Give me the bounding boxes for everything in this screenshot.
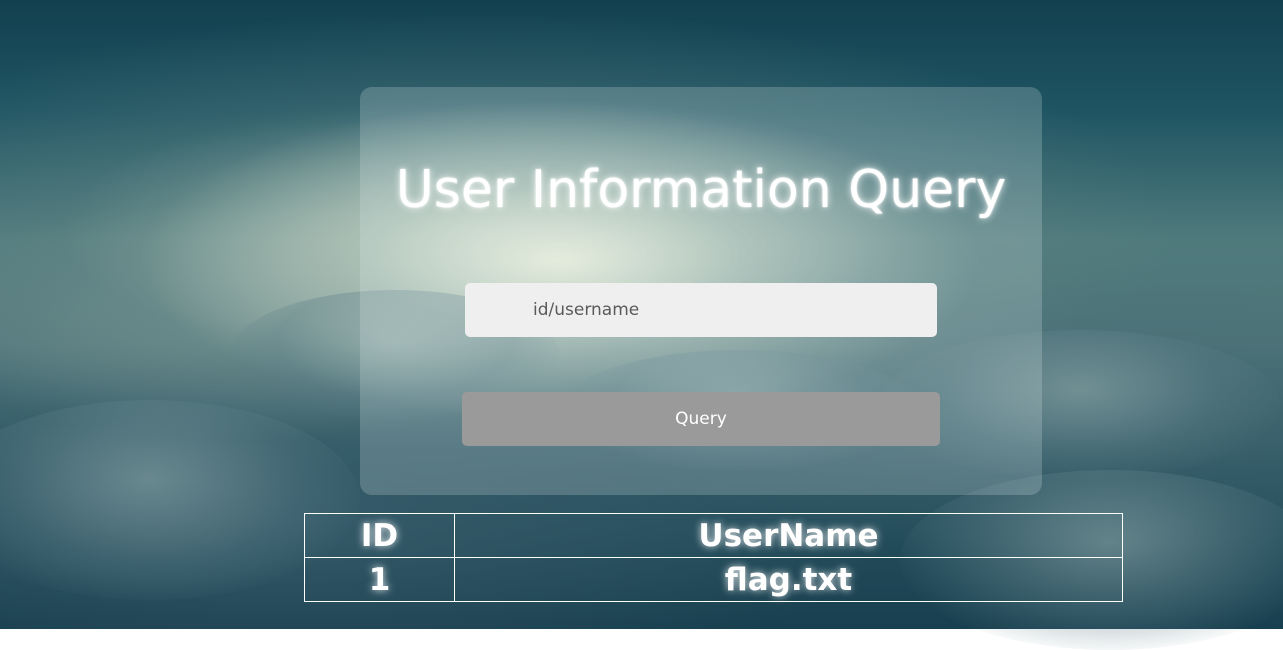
table-header-row: ID UserName xyxy=(304,513,1123,558)
search-input[interactable] xyxy=(465,283,937,337)
column-header-username: UserName xyxy=(454,513,1123,558)
query-button[interactable]: Query xyxy=(462,392,940,446)
cell-username: flag.txt xyxy=(454,557,1123,602)
table-row: 1 flag.txt xyxy=(304,557,1123,602)
column-header-id: ID xyxy=(304,513,455,558)
results-table: ID UserName 1 flag.txt xyxy=(304,513,1123,602)
cell-id: 1 xyxy=(304,557,455,602)
page-title: User Information Query xyxy=(395,160,1007,220)
